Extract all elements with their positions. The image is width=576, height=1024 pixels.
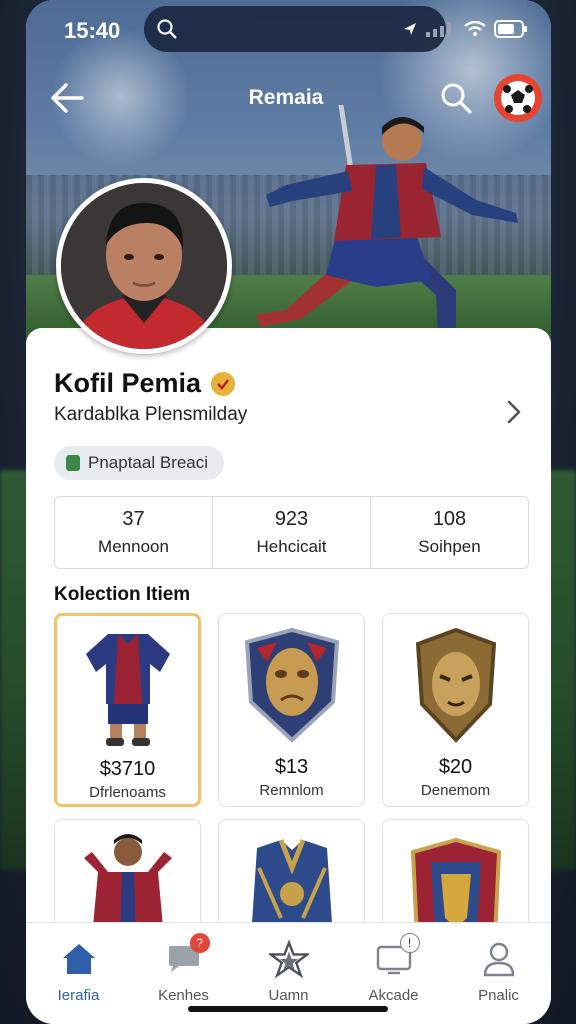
tab-profile[interactable]: Pnalic xyxy=(446,923,551,1024)
home-indicator[interactable] xyxy=(188,1006,388,1012)
location-icon xyxy=(404,23,416,35)
notification-badge: ? xyxy=(189,933,210,953)
stat-value: 37 xyxy=(122,508,145,530)
tab-home[interactable]: Ierafia xyxy=(26,923,131,1024)
star-icon xyxy=(268,939,309,979)
kit-shirt-image xyxy=(251,839,332,928)
collection-item-crest[interactable] xyxy=(382,819,529,929)
tab-label: Uamn xyxy=(268,987,309,1004)
jersey-figure-image xyxy=(85,634,170,746)
signal-icon xyxy=(426,22,451,37)
profile-subtitle: Kardablka Plensmilday xyxy=(54,404,248,425)
gold-shield-image xyxy=(415,627,496,743)
profile-card: Kofil Pemia Kardablka Plensmilday Pnapta… xyxy=(26,328,551,929)
collection-item-mask-shield[interactable]: $13 Remnlom xyxy=(218,613,365,807)
soccer-ball-logo-button[interactable] xyxy=(494,74,542,122)
status-time: 15:40 xyxy=(64,18,121,43)
stat-label: Mennoon xyxy=(98,537,169,556)
stats-panel: 37 Mennoon 923 Hehcicait 108 Soihpen xyxy=(54,496,529,569)
stat-value: 108 xyxy=(432,508,467,530)
collection-item-player[interactable] xyxy=(54,819,201,929)
item-price: $3710 xyxy=(99,758,156,780)
stat-value: 923 xyxy=(274,508,309,530)
stat-label: Hehcicait xyxy=(256,537,327,556)
item-name: Denemom xyxy=(420,782,491,799)
verified-badge-icon xyxy=(211,371,236,396)
notification-badge: ! xyxy=(399,933,420,953)
collection-item-kit[interactable] xyxy=(218,819,365,929)
chat-icon: ? xyxy=(164,933,210,979)
dynamic-island-search[interactable] xyxy=(144,6,446,52)
tab-label: Pnalic xyxy=(478,987,519,1004)
mask-shield-image xyxy=(244,627,339,743)
profile-tag-label: Pnaptaal Breaci xyxy=(88,453,209,472)
phone-screen: 15:40 Remaia Kofil Pemia Kardablka Plens… xyxy=(26,0,551,1024)
crest-shield-image xyxy=(410,837,501,928)
stat-2[interactable]: 923 Hehcicait xyxy=(213,497,371,568)
wifi-icon xyxy=(464,21,486,37)
chevron-right-icon[interactable] xyxy=(504,398,524,426)
back-arrow-icon[interactable] xyxy=(48,78,88,118)
avatar-portrait-image xyxy=(61,183,227,349)
collection-section-title: Kolection Itiem xyxy=(54,584,191,605)
search-icon xyxy=(157,19,177,39)
person-icon xyxy=(479,939,519,979)
tag-icon xyxy=(66,455,80,471)
home-icon xyxy=(59,939,99,979)
tab-label: Ierafia xyxy=(57,987,100,1004)
top-nav: Remaia xyxy=(26,70,551,126)
profile-name-row: Kofil Pemia xyxy=(54,368,236,399)
status-icons xyxy=(402,20,528,38)
screen-icon: ! xyxy=(374,933,420,979)
collection-item-jersey[interactable]: $3710 Dfrlenoams xyxy=(54,613,201,807)
status-bar: 15:40 xyxy=(26,0,551,62)
item-name: Dfrlenoams xyxy=(89,784,166,801)
player-figure-image xyxy=(83,834,172,928)
soccer-ball-icon xyxy=(501,81,535,115)
tab-label: Kenhes xyxy=(158,987,209,1004)
hero-player-image xyxy=(256,105,518,333)
item-name: Remnlom xyxy=(259,782,324,799)
profile-name: Kofil Pemia xyxy=(54,368,202,398)
collection-item-gold-shield[interactable]: $20 Denemom xyxy=(382,613,529,807)
avatar[interactable] xyxy=(56,178,232,354)
stat-label: Soihpen xyxy=(418,537,481,556)
profile-tag-chip[interactable]: Pnaptaal Breaci xyxy=(54,446,225,480)
search-icon[interactable] xyxy=(438,80,474,116)
item-price: $20 xyxy=(438,756,473,778)
stat-3[interactable]: 108 Soihpen xyxy=(371,497,528,568)
tab-label: Akcade xyxy=(368,987,419,1004)
stat-1[interactable]: 37 Mennoon xyxy=(55,497,213,568)
battery-icon xyxy=(494,20,527,38)
page-title: Remaia xyxy=(248,86,324,109)
item-price: $13 xyxy=(274,756,309,778)
